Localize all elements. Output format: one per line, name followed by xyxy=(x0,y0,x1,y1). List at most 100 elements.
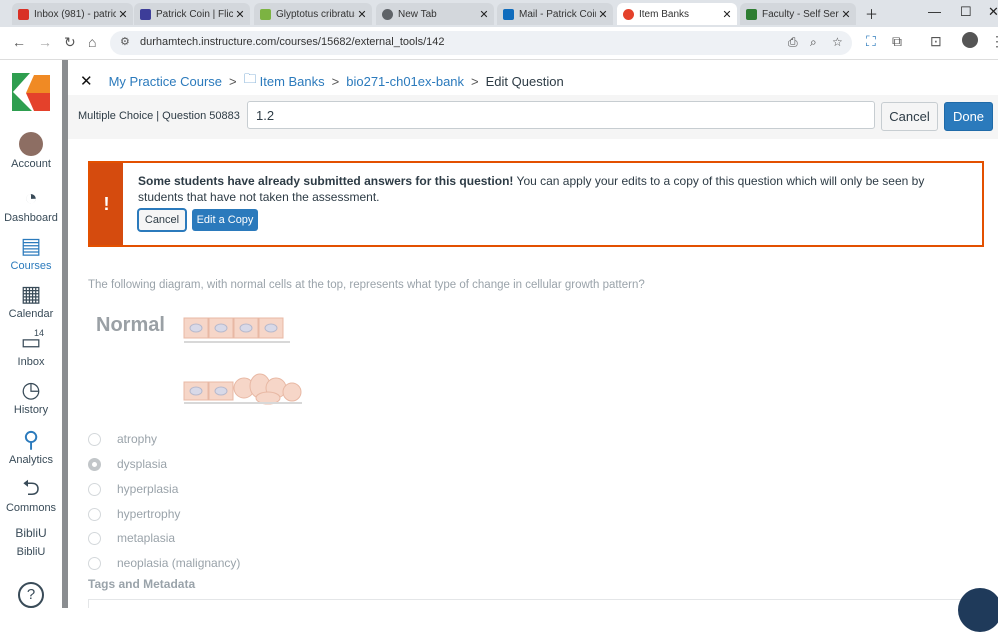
new-tab-icon[interactable]: ＋ xyxy=(865,4,878,23)
site-info-icon[interactable]: ⚙ xyxy=(120,35,130,48)
flickr-icon xyxy=(140,8,151,20)
radio-button[interactable] xyxy=(88,556,101,570)
bibliu-image: BibliU xyxy=(15,526,47,540)
answer-choice[interactable]: dysplasia xyxy=(88,457,167,471)
dashboard-icon: ◔ xyxy=(24,185,38,210)
close-tab-icon[interactable]: ✕ xyxy=(720,8,734,21)
nav-account[interactable]: Account xyxy=(0,132,62,170)
nav-scrollbar[interactable] xyxy=(62,60,68,608)
install-icon[interactable]: ⎙ xyxy=(788,35,798,50)
courses-icon: ▤ xyxy=(20,233,42,258)
home-icon[interactable]: ⌂ xyxy=(88,34,96,50)
profile-avatar[interactable] xyxy=(962,32,978,48)
answer-choice[interactable]: hypertrophy xyxy=(88,507,180,521)
close-tab-icon[interactable]: ✕ xyxy=(477,8,491,21)
item-banks-icon: 🗀 xyxy=(243,71,257,86)
browser-tab[interactable]: Mail - Patrick Coin ✕ xyxy=(497,3,613,25)
answer-choice[interactable]: atrophy xyxy=(88,432,157,446)
close-tab-icon[interactable]: ✕ xyxy=(116,8,130,21)
bug-icon xyxy=(260,8,271,20)
answer-choice[interactable]: hyperplasia xyxy=(88,482,178,496)
cancel-button[interactable]: Cancel xyxy=(881,102,938,131)
browser-tab-active[interactable]: Item Banks ✕ xyxy=(617,3,737,25)
sidebar-icon[interactable]: ⊡ xyxy=(930,33,942,50)
browser-tab[interactable]: Glyptotus cribratus ✕ xyxy=(254,3,372,25)
close-tab-icon[interactable]: ✕ xyxy=(596,8,610,21)
breadcrumb-separator-icon: > xyxy=(471,73,479,89)
done-button[interactable]: Done xyxy=(944,102,993,131)
back-icon[interactable]: ← xyxy=(12,34,26,50)
radio-button[interactable] xyxy=(88,507,101,521)
forward-icon[interactable]: → xyxy=(38,34,52,50)
breadcrumb: ✕ My Practice Course > 🗀 Item Banks > bi… xyxy=(80,70,564,92)
history-icon: ◷ xyxy=(21,377,41,402)
radio-button[interactable] xyxy=(88,531,101,545)
browser-tab[interactable]: New Tab ✕ xyxy=(376,3,494,25)
analytics-icon: ⚲ xyxy=(22,427,40,452)
nav-inbox[interactable]: ▭ Inbox 14 xyxy=(0,328,62,368)
extensions-puzzle-icon[interactable]: ⧉ xyxy=(892,33,902,50)
radio-button-selected[interactable] xyxy=(88,457,101,471)
breadcrumb-separator-icon: > xyxy=(331,73,340,89)
breadcrumb-course-link[interactable]: My Practice Course xyxy=(109,74,222,89)
browser-tab-strip: Inbox (981) - patric ✕ Patrick Coin | Fl… xyxy=(0,0,998,27)
answer-choice[interactable]: neoplasia (malignancy) xyxy=(88,556,240,570)
breadcrumb-current: Edit Question xyxy=(485,73,564,89)
answer-choice[interactable]: metaplasia xyxy=(88,531,175,545)
nav-bibliu[interactable]: BibliU BibliU xyxy=(0,526,62,558)
browser-toolbar: ← → ↻ ⌂ ⚙ durhamtech.instructure.com/cou… xyxy=(0,27,998,60)
nav-commons[interactable]: ⮌ Commons xyxy=(0,475,62,515)
alert-message: Some students have already submitted ans… xyxy=(138,174,925,204)
question-type-label: Multiple Choice | Question 50883 xyxy=(78,110,240,122)
inbox-icon: ▭ xyxy=(20,329,42,354)
self-service-icon xyxy=(746,8,757,20)
nav-dashboard[interactable]: ◔ Dashboard xyxy=(0,185,62,225)
browser-tab[interactable]: Inbox (981) - patric ✕ xyxy=(12,3,133,25)
warning-icon: ! xyxy=(90,163,123,245)
nav-help[interactable]: ? xyxy=(0,582,62,610)
address-bar[interactable]: ⚙ durhamtech.instructure.com/courses/156… xyxy=(110,31,852,55)
nav-calendar[interactable]: ▦ Calendar xyxy=(0,281,62,321)
maximize-icon[interactable]: ☐ xyxy=(960,4,972,20)
question-prompt: The following diagram, with normal cells… xyxy=(88,279,645,291)
minimize-icon[interactable]: — xyxy=(928,4,941,19)
chat-help-icon[interactable] xyxy=(958,588,998,632)
global-navigation: Account ◔ Dashboard ▤ Courses ▦ Calendar… xyxy=(0,60,62,608)
canvas-icon xyxy=(623,8,634,20)
close-icon[interactable]: ✕ xyxy=(80,72,93,90)
cell-diagram: Normal xyxy=(94,310,314,410)
breadcrumb-separator-icon: > xyxy=(229,73,237,89)
calendar-icon: ▦ xyxy=(20,281,42,306)
close-tab-icon[interactable]: ✕ xyxy=(233,8,247,21)
nav-analytics[interactable]: ⚲ Analytics xyxy=(0,427,62,467)
radio-button[interactable] xyxy=(88,482,101,496)
window-close-icon[interactable]: ✕ xyxy=(988,4,998,20)
alert-cancel-button[interactable]: Cancel xyxy=(138,209,186,231)
chrome-icon xyxy=(382,8,393,20)
browser-tab[interactable]: Faculty - Self Servic ✕ xyxy=(740,3,856,25)
tags-metadata-panel xyxy=(88,599,984,608)
help-icon: ? xyxy=(18,582,44,608)
commons-icon: ⮌ xyxy=(22,475,40,500)
zoom-icon[interactable]: ⌕ xyxy=(810,35,817,50)
bookmark-star-icon[interactable]: ☆ xyxy=(832,35,843,49)
close-tab-icon[interactable]: ✕ xyxy=(839,8,853,21)
close-tab-icon[interactable]: ✕ xyxy=(355,8,369,21)
extension-icon[interactable]: ⛶ xyxy=(866,33,876,50)
menu-icon[interactable]: ⋮ xyxy=(990,33,998,50)
reload-icon[interactable]: ↻ xyxy=(64,34,76,51)
cell-diagram-image xyxy=(183,317,302,405)
warning-alert: ! Some students have already submitted a… xyxy=(88,161,984,247)
nav-courses[interactable]: ▤ Courses xyxy=(0,233,62,273)
radio-button[interactable] xyxy=(88,432,101,446)
inbox-badge: 14 xyxy=(34,328,45,338)
breadcrumb-bank-link[interactable]: bio271-ch01ex-bank xyxy=(346,74,464,89)
avatar-icon xyxy=(19,132,43,156)
tags-metadata-heading: Tags and Metadata xyxy=(88,577,196,591)
edit-a-copy-button[interactable]: Edit a Copy xyxy=(192,209,258,231)
canvas-logo-icon[interactable] xyxy=(12,73,50,111)
question-title-input[interactable] xyxy=(247,101,875,129)
nav-history[interactable]: ◷ History xyxy=(0,377,62,417)
breadcrumb-item-banks-link[interactable]: Item Banks xyxy=(260,74,325,89)
browser-tab[interactable]: Patrick Coin | Flickr ✕ xyxy=(134,3,250,25)
